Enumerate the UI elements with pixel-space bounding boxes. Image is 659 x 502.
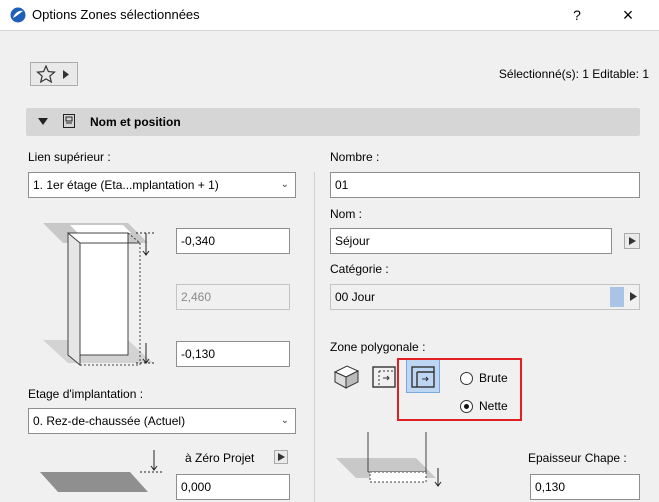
height-field: 2,460 xyxy=(176,284,290,310)
bottom-offset-field[interactable]: -0,130 xyxy=(176,341,290,367)
radio-nette-label[interactable]: Nette xyxy=(479,399,508,413)
titlebar-divider xyxy=(0,30,659,31)
number-field[interactable]: 01 xyxy=(330,172,640,198)
app-logo-icon xyxy=(10,7,26,23)
favorites-button[interactable] xyxy=(30,62,78,86)
top-link-label: Lien supérieur : xyxy=(28,150,111,164)
category-select[interactable]: 00 Jour xyxy=(330,284,640,310)
play-arrow-icon[interactable] xyxy=(630,292,637,301)
screed-thickness-field[interactable]: 0,130 xyxy=(530,474,640,500)
polygon-zone-label: Zone polygonale : xyxy=(330,340,426,354)
to-zero-label: à Zéro Projet xyxy=(185,451,255,465)
chevron-down-icon[interactable] xyxy=(38,118,48,126)
screed-thickness-label: Epaisseur Chape : xyxy=(528,451,627,465)
play-arrow-icon xyxy=(63,70,69,79)
radio-brute[interactable] xyxy=(460,372,473,385)
name-list-button[interactable] xyxy=(624,233,640,249)
home-story-select[interactable]: 0. Rez-de-chaussée (Actuel) ⌄ xyxy=(28,408,296,434)
section-title: Nom et position xyxy=(90,115,181,129)
screed-thickness-illustration xyxy=(336,432,442,487)
radio-brute-label[interactable]: Brute xyxy=(479,371,508,385)
top-offset-field[interactable]: -0,340 xyxy=(176,228,290,254)
chevron-down-icon: ⌄ xyxy=(280,179,289,190)
name-field[interactable]: Séjour xyxy=(330,228,612,254)
zone-3d-icon[interactable] xyxy=(331,362,361,390)
to-zero-reference-button[interactable] xyxy=(274,450,288,464)
star-icon xyxy=(36,65,56,83)
play-arrow-icon xyxy=(629,237,636,245)
top-link-value: 1. 1er étage (Eta...mplantation + 1) xyxy=(33,178,219,192)
play-arrow-icon xyxy=(278,453,285,461)
window-title: Options Zones sélectionnées xyxy=(32,7,200,22)
selection-info: Sélectionné(s): 1 Editable: 1 xyxy=(498,67,649,81)
category-value: 00 Jour xyxy=(335,290,376,304)
name-label: Nom : xyxy=(330,207,363,221)
number-label: Nombre : xyxy=(330,150,380,164)
zone-height-illustration xyxy=(43,223,156,367)
name-tag-icon xyxy=(63,114,75,128)
chevron-down-icon: ⌄ xyxy=(280,415,289,426)
elevation-illustration xyxy=(40,450,164,492)
close-button[interactable]: × xyxy=(616,4,640,26)
top-link-select[interactable]: 1. 1er étage (Eta...mplantation + 1) ⌄ xyxy=(28,172,296,198)
category-color-swatch xyxy=(610,287,624,307)
column-separator xyxy=(314,172,315,502)
home-story-value: 0. Rez-de-chaussée (Actuel) xyxy=(33,414,186,428)
home-story-label: Etage d'implantation : xyxy=(28,387,144,401)
radio-nette[interactable] xyxy=(460,400,473,413)
gross-polygon-icon xyxy=(372,366,396,388)
help-button[interactable]: ? xyxy=(565,4,589,26)
to-zero-field[interactable]: 0,000 xyxy=(176,474,290,500)
category-label: Catégorie : xyxy=(330,262,389,276)
